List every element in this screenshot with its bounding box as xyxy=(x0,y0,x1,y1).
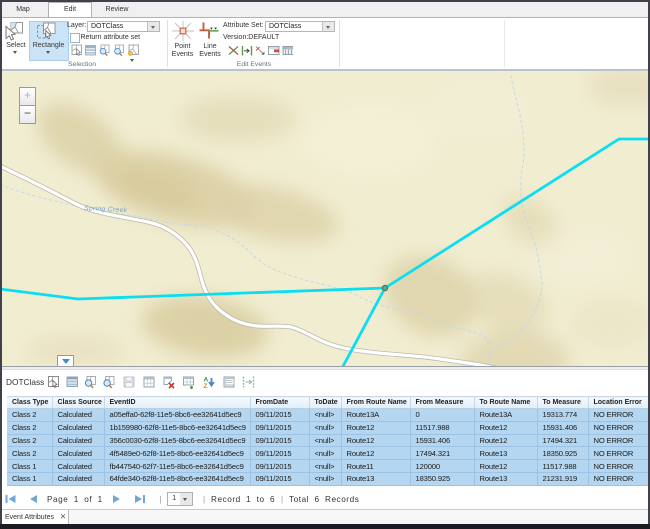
svg-text:Z: Z xyxy=(204,383,208,389)
